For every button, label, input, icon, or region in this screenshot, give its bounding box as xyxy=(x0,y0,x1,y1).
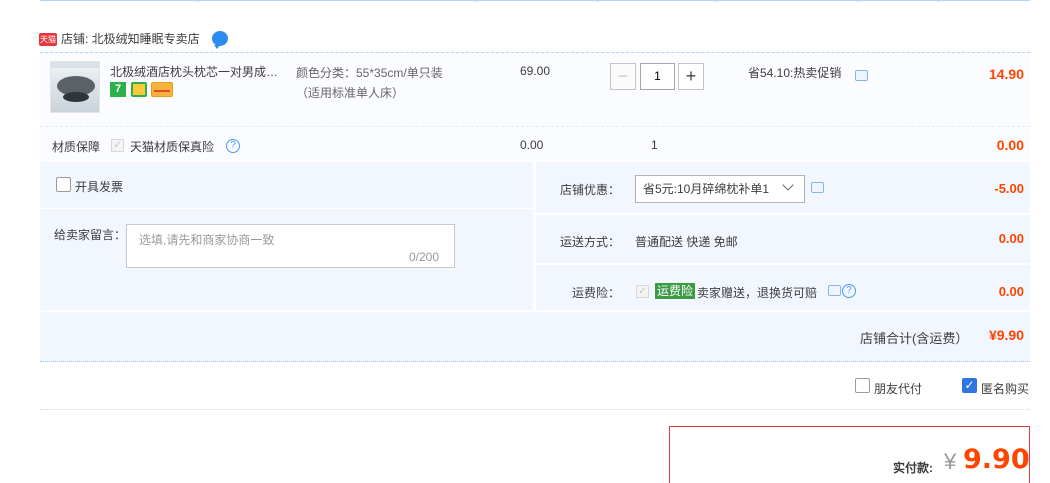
panel-divider xyxy=(536,263,1030,265)
sku-note: （适用标准单人床） xyxy=(296,86,405,100)
credit-card-icon xyxy=(151,82,173,97)
shop-chat-icon[interactable] xyxy=(212,31,228,49)
item-inner-divider xyxy=(40,126,1030,127)
tmall-badge-icon: 天猫 xyxy=(39,33,57,46)
insurance-qty: 1 xyxy=(651,138,658,152)
top-divider xyxy=(40,0,1030,1)
unit-price: 69.00 xyxy=(520,64,551,78)
help-icon[interactable]: ? xyxy=(842,284,856,298)
actual-payment-amount: 9.90 xyxy=(963,444,1030,475)
invoice-label: 开具发票 xyxy=(75,180,124,194)
anonymous-purchase-checkbox[interactable]: ✓ xyxy=(962,378,977,393)
sku-spec: 颜色分类：55*35cm/单只装 xyxy=(296,66,443,80)
actual-payment-label: 实付款: xyxy=(893,461,933,475)
column-tick xyxy=(938,0,939,2)
shipping-label: 运送方式： xyxy=(560,235,621,249)
panel-divider xyxy=(40,208,533,209)
quantity-decrease-button[interactable]: − xyxy=(610,63,636,90)
invoice-checkbox[interactable] xyxy=(56,177,71,192)
column-tick xyxy=(476,0,477,2)
freight-insurance-tag: 运费险 xyxy=(655,283,696,299)
column-tick xyxy=(597,0,598,2)
coupon-comment-icon[interactable] xyxy=(811,182,824,193)
insurance-amount: 0.00 xyxy=(996,137,1024,153)
shop-name-link[interactable]: 店铺: 北极绒知睡眠专卖店 xyxy=(61,31,200,47)
promo-comment-icon[interactable] xyxy=(855,70,868,81)
column-tick xyxy=(198,0,199,2)
message-placeholder: 选填,请先和商家协商一致 xyxy=(139,233,275,247)
column-tick xyxy=(716,0,717,2)
freight-insurance-text: 卖家赠送，退换货可赔 xyxy=(697,286,818,300)
item-top-divider xyxy=(40,52,1030,53)
shop-total-label: 店铺合计(含运费） xyxy=(860,331,969,346)
anonymous-purchase-label: 匿名购买 xyxy=(981,382,1030,396)
section-divider xyxy=(40,409,1030,410)
coupon-amount: -5.00 xyxy=(994,181,1024,196)
guarantee-shield-icon xyxy=(131,82,147,97)
message-char-count: 0/200 xyxy=(409,250,440,264)
currency-symbol: ¥ xyxy=(944,449,957,474)
panel-divider xyxy=(536,213,1030,215)
quantity-increase-button[interactable]: + xyxy=(678,63,704,90)
freight-insurance-label: 运费险： xyxy=(572,286,621,300)
shipping-method: 普通配送 快递 免邮 xyxy=(635,235,738,249)
insurance-label: 材质保障 xyxy=(52,140,101,154)
message-label: 给卖家留言： xyxy=(54,228,127,242)
freight-comment-icon[interactable] xyxy=(828,285,841,296)
shop-total-amount: ¥9.90 xyxy=(988,327,1024,343)
insurance-checkbox: ✓ xyxy=(111,139,124,152)
friend-pay-label: 朋友代付 xyxy=(874,382,923,396)
column-tick xyxy=(857,0,858,2)
help-icon[interactable]: ? xyxy=(226,139,240,153)
product-thumbnail[interactable] xyxy=(50,61,100,113)
product-title-link[interactable]: 北极绒酒店枕头枕芯一对男成人家用单人学生宿舍颈椎助睡眠整头 xyxy=(110,64,290,80)
freight-insurance-amount: 0.00 xyxy=(998,284,1024,299)
coupon-label: 店铺优惠： xyxy=(560,183,621,197)
insurance-price: 0.00 xyxy=(520,138,544,152)
promotion-text: 省54.10:热卖促销 xyxy=(748,66,842,80)
shipping-amount: 0.00 xyxy=(998,231,1024,246)
item-subtotal: 14.90 xyxy=(988,66,1024,82)
shop-coupon-select[interactable]: 省5元:10月碎绵枕补单1 xyxy=(635,175,805,203)
friend-pay-checkbox[interactable] xyxy=(855,378,870,393)
insurance-name: 天猫材质保真险 xyxy=(130,140,215,154)
freight-insurance-checkbox: ✓ xyxy=(636,285,649,298)
quantity-input[interactable]: 1 xyxy=(640,63,675,90)
seven-day-return-icon: 7 xyxy=(110,82,126,97)
